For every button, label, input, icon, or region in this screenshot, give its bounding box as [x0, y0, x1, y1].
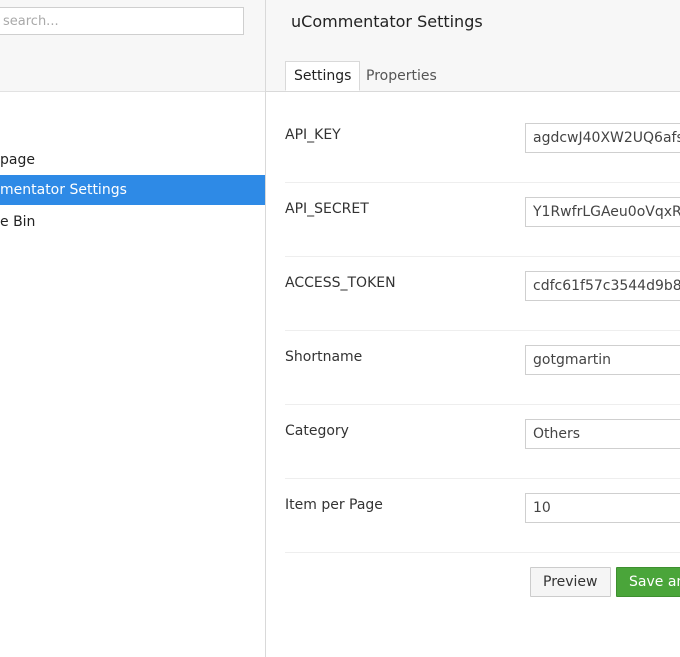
- tree-item-settings[interactable]: mentator Settings: [0, 175, 265, 205]
- tree-header: search...: [0, 0, 265, 92]
- tree-item-recycle-bin[interactable]: e Bin: [0, 207, 265, 237]
- search-input[interactable]: search...: [0, 7, 244, 35]
- form-row-category: Category Others: [285, 404, 680, 479]
- api-secret-input[interactable]: Y1RwfrLGAeu0oVqxRoJ: [525, 197, 680, 227]
- field-label: API_KEY: [285, 127, 341, 143]
- tree-item-label: page: [0, 152, 35, 168]
- shortname-input[interactable]: gotgmartin: [525, 345, 680, 375]
- field-label: API_SECRET: [285, 201, 369, 217]
- tab-properties[interactable]: Properties: [358, 61, 445, 91]
- editor-header: uCommentator Settings Settings Propertie…: [266, 0, 680, 92]
- form-row-shortname: Shortname gotgmartin: [285, 330, 680, 405]
- field-label: Shortname: [285, 349, 363, 365]
- form-row-api-secret: API_SECRET Y1RwfrLGAeu0oVqxRoJ: [285, 182, 680, 257]
- field-label: Item per Page: [285, 497, 383, 513]
- page-title: uCommentator Settings: [291, 12, 483, 31]
- form-row-item-per-page: Item per Page 10: [285, 478, 680, 553]
- content-tree-panel: search... page mentator Settings e Bin: [0, 0, 266, 657]
- form-row-access-token: ACCESS_TOKEN cdfc61f57c3544d9b8b7: [285, 256, 680, 331]
- access-token-input[interactable]: cdfc61f57c3544d9b8b7: [525, 271, 680, 301]
- category-select[interactable]: Others: [525, 419, 680, 449]
- item-per-page-input[interactable]: 10: [525, 493, 680, 523]
- preview-button[interactable]: Preview: [530, 567, 611, 597]
- field-label: ACCESS_TOKEN: [285, 275, 396, 291]
- save-button[interactable]: Save an: [616, 567, 680, 597]
- api-key-input[interactable]: agdcwJ40XW2UQ6afsQ: [525, 123, 680, 153]
- tab-settings[interactable]: Settings: [285, 61, 361, 91]
- form-row-api-key: API_KEY agdcwJ40XW2UQ6afsQ: [285, 108, 680, 183]
- tree-item-label: mentator Settings: [0, 182, 127, 198]
- field-label: Category: [285, 423, 349, 439]
- tree-item-label: e Bin: [0, 214, 36, 230]
- tree-item-page[interactable]: page: [0, 145, 265, 175]
